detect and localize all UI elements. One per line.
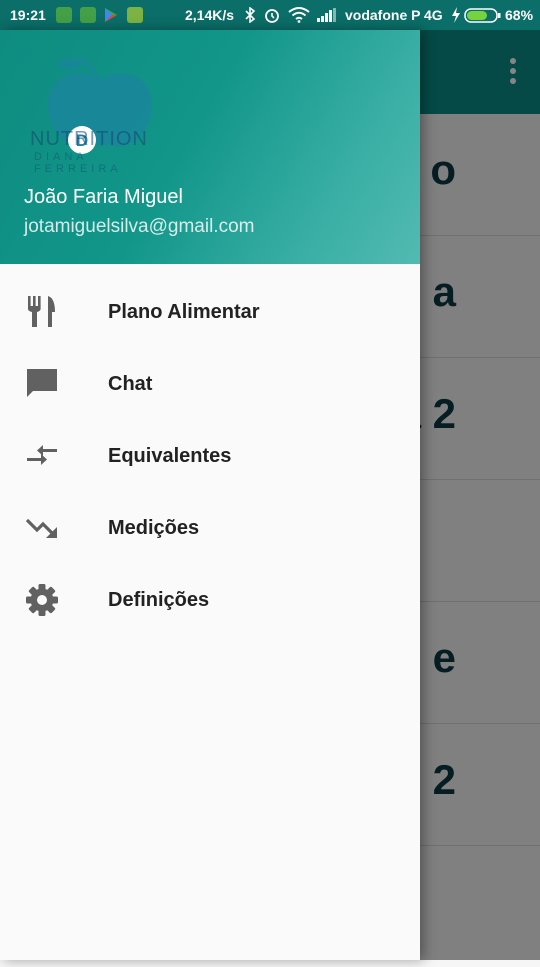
menu-item-medicoes[interactable]: Medições — [0, 492, 420, 564]
wifi-icon — [288, 7, 310, 23]
menu-label: Medições — [108, 517, 200, 539]
drawer-menu: Plano Alimentar Chat Equivalentes Mediçõ… — [0, 276, 420, 636]
logo-wordmark: NUTRITION DIANA FERREIRA — [30, 128, 170, 175]
chat-icon — [27, 369, 57, 397]
compare-arrows-icon — [27, 445, 57, 465]
battery-saver-icon — [80, 7, 96, 23]
bluetooth-icon — [245, 7, 256, 23]
menu-item-definicoes[interactable]: Definições — [0, 564, 420, 636]
play-store-icon — [105, 8, 117, 22]
drawer-header: D NUTRITION DIANA FERREIRA João Faria Mi… — [0, 30, 420, 264]
logo-title: NUTRITION — [30, 128, 148, 150]
status-bar: 19:21 2,14K/s vodafone P 4G 68% — [0, 0, 540, 30]
menu-label: Chat — [108, 373, 153, 395]
menu-label: Definições — [108, 589, 210, 611]
menu-item-chat[interactable]: Chat — [0, 348, 420, 420]
android-icon — [127, 7, 143, 23]
user-name: João Faria Miguel — [24, 186, 183, 208]
alarm-icon — [265, 9, 279, 23]
user-email: jotamiguelsilva@gmail.com — [24, 216, 255, 237]
network-type: 4G — [424, 7, 443, 23]
signal-icon — [317, 8, 336, 22]
shield-icon — [56, 7, 72, 23]
logo-subtitle: DIANA FERREIRA — [34, 151, 122, 175]
settings-gear-icon — [26, 584, 58, 616]
charging-icon — [452, 7, 460, 23]
battery-icon — [464, 8, 501, 23]
trending-down-icon — [25, 518, 57, 538]
navigation-drawer: D NUTRITION DIANA FERREIRA João Faria Mi… — [0, 30, 420, 960]
menu-label: Plano Alimentar — [108, 301, 260, 323]
network-speed: 2,14K/s — [185, 7, 235, 23]
carrier-name: vodafone P — [345, 7, 421, 23]
status-time: 19:21 — [10, 7, 46, 23]
restaurant-icon — [28, 296, 55, 327]
menu-label: Equivalentes — [108, 445, 232, 467]
menu-item-plano-alimentar[interactable]: Plano Alimentar — [0, 276, 420, 348]
battery-percent: 68% — [505, 7, 534, 23]
menu-item-equivalentes[interactable]: Equivalentes — [0, 420, 420, 492]
